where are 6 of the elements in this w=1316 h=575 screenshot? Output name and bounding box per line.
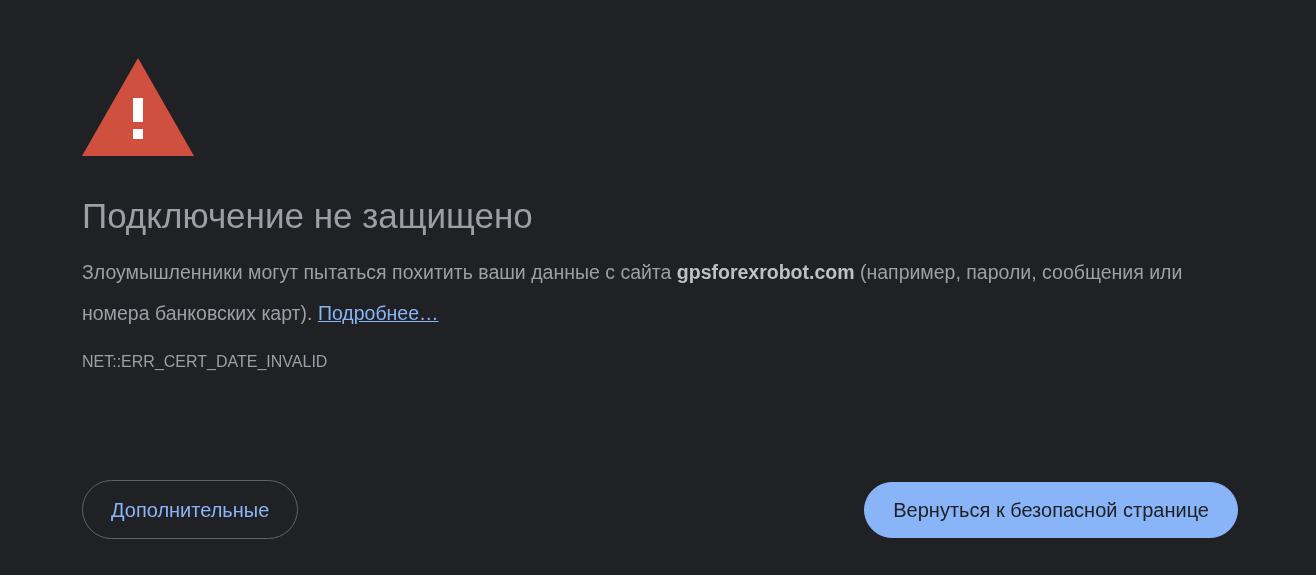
page-title: Подключение не защищено: [82, 195, 534, 237]
more-link[interactable]: Подробнее…: [317, 302, 439, 324]
warning-message: Злоумышленники могут пытаться похитить ваши данные с сайта gpsforexrobot.com (например, пароли, сообщения или номера банковских карт). Подробнее…: [82, 260, 1184, 326]
warning-icon: [82, 58, 194, 156]
back-to-safety-button[interactable]: Вернуться к безопасной странице: [864, 481, 1238, 538]
error-code: NET::ERR_CERT_DATE_INVALID: [82, 352, 329, 372]
